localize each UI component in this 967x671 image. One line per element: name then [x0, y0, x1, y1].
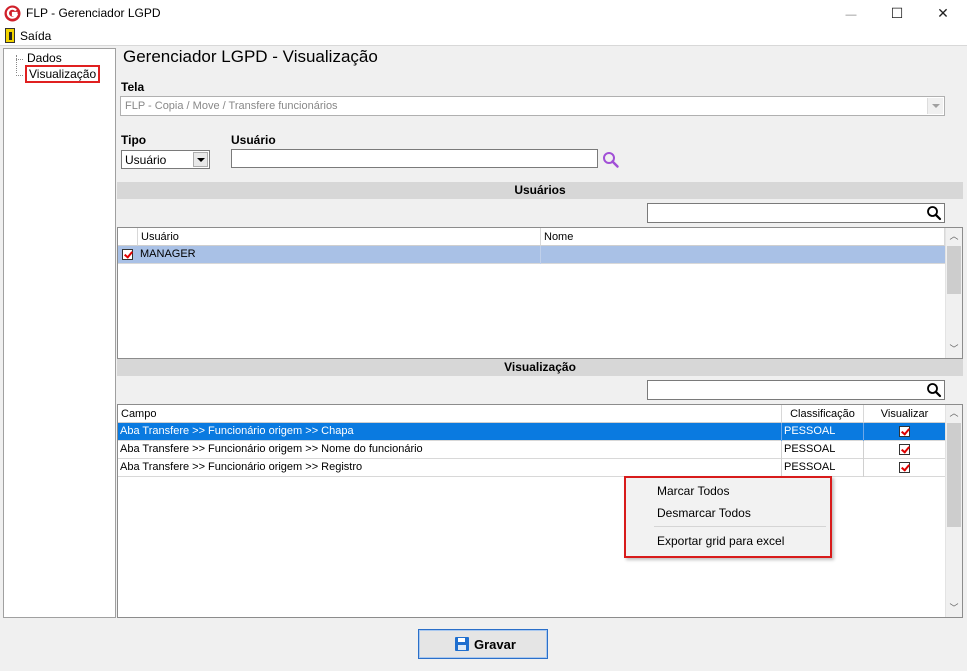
tree-item-dados[interactable]: Dados: [25, 51, 64, 65]
visualizar-cell[interactable]: [864, 459, 946, 477]
maximize-icon: ☐: [890, 5, 904, 21]
navigation-tree: Dados Visualização: [3, 48, 116, 618]
checkbox-icon[interactable]: [899, 426, 910, 437]
column-header-campo[interactable]: Campo: [118, 405, 782, 423]
main-window: Dados Visualização Gerenciador LGPD - Vi…: [0, 45, 967, 671]
floppy-disk-icon: [455, 637, 469, 651]
tipo-label: Tipo: [121, 133, 147, 147]
usuario-label: Usuário: [231, 133, 276, 147]
checkbox-icon[interactable]: [899, 444, 910, 455]
save-button[interactable]: Gravar: [418, 629, 548, 659]
tela-label: Tela: [121, 80, 145, 94]
usuarios-filter-input[interactable]: [647, 203, 945, 223]
chevron-down-icon: [927, 98, 943, 114]
campo-cell: Aba Transfere >> Funcionário origem >> R…: [118, 459, 782, 477]
column-header-visualizar[interactable]: Visualizar: [864, 405, 946, 423]
page-title: Gerenciador LGPD - Visualização: [123, 47, 378, 66]
minimize-icon: —: [845, 9, 857, 21]
campo-cell: Aba Transfere >> Funcionário origem >> C…: [118, 423, 782, 441]
menu-item-exportar-excel[interactable]: Exportar grid para excel: [657, 534, 784, 548]
maximize-button[interactable]: ☐: [874, 0, 920, 27]
visualizacao-scrollbar[interactable]: ︿ ﹀: [945, 405, 962, 617]
scroll-down-icon[interactable]: ﹀: [946, 600, 962, 617]
magnifier-icon[interactable]: [926, 205, 942, 221]
checkbox-icon[interactable]: [899, 462, 910, 473]
visualizacao-section-header: Visualização: [117, 359, 963, 376]
usuario-cell: MANAGER: [138, 246, 541, 264]
usuarios-scrollbar[interactable]: ︿ ﹀: [945, 228, 962, 358]
menu-item-desmarcar-todos[interactable]: Desmarcar Todos: [657, 506, 751, 520]
menu-item-marcar-todos[interactable]: Marcar Todos: [657, 484, 729, 498]
grid-header-checkbox-column: [118, 228, 138, 246]
tela-combobox: FLP - Copia / Move / Transfere funcionár…: [120, 96, 945, 116]
checkbox-icon[interactable]: [122, 249, 133, 260]
close-button[interactable]: ✕: [920, 0, 966, 27]
tree-line: [16, 75, 23, 76]
row-checkbox-cell[interactable]: [118, 246, 138, 264]
scroll-down-icon[interactable]: ﹀: [946, 341, 962, 358]
usuarios-grid: Usuário Nome MANAGER ︿ ﹀: [117, 227, 963, 359]
scroll-up-icon[interactable]: ︿: [946, 405, 962, 422]
table-row[interactable]: Aba Transfere >> Funcionário origem >> R…: [118, 459, 946, 477]
classificacao-cell: PESSOAL: [782, 423, 864, 441]
title-bar: FLP - Gerenciador LGPD — ☐ ✕: [0, 0, 967, 27]
save-button-label: Gravar: [474, 637, 516, 652]
tree-line: [16, 59, 23, 60]
column-header-usuario[interactable]: Usuário: [138, 228, 541, 246]
scrollbar-thumb[interactable]: [947, 246, 961, 294]
scrollbar-thumb[interactable]: [947, 423, 961, 527]
table-row[interactable]: Aba Transfere >> Funcionário origem >> C…: [118, 423, 946, 441]
usuario-input[interactable]: [231, 149, 598, 168]
window-title: FLP - Gerenciador LGPD: [26, 6, 161, 20]
nome-cell: [541, 246, 946, 264]
search-icon[interactable]: [601, 150, 621, 170]
menu-bar: Saída: [0, 27, 967, 45]
visualizar-cell[interactable]: [864, 441, 946, 459]
column-header-nome[interactable]: Nome: [541, 228, 945, 246]
tipo-value: Usuário: [125, 153, 167, 167]
menu-separator: [654, 526, 826, 527]
tree-item-visualizacao[interactable]: Visualização: [25, 65, 101, 83]
exit-menu-label: Saída: [20, 29, 52, 43]
column-header-classificacao[interactable]: Classificação: [782, 405, 864, 423]
visualizacao-grid: Campo Classificação Visualizar Aba Trans…: [117, 404, 963, 618]
classificacao-cell: PESSOAL: [782, 441, 864, 459]
table-row[interactable]: Aba Transfere >> Funcionário origem >> N…: [118, 441, 946, 459]
tipo-select[interactable]: Usuário: [121, 150, 210, 169]
tela-value: FLP - Copia / Move / Transfere funcionár…: [125, 100, 338, 112]
minimize-button[interactable]: —: [828, 0, 874, 27]
visualizacao-filter-input[interactable]: [647, 380, 945, 400]
visualizar-cell[interactable]: [864, 423, 946, 441]
campo-cell: Aba Transfere >> Funcionário origem >> N…: [118, 441, 782, 459]
scroll-up-icon[interactable]: ︿: [946, 228, 962, 245]
context-menu: Marcar Todos Desmarcar Todos Exportar gr…: [624, 476, 832, 558]
table-row[interactable]: MANAGER: [118, 246, 946, 264]
exit-door-icon: [5, 28, 15, 43]
chevron-down-icon[interactable]: [193, 152, 208, 167]
classificacao-cell: PESSOAL: [782, 459, 864, 477]
app-logo-icon: [4, 5, 21, 22]
close-icon: ✕: [937, 5, 949, 21]
tree-line: [16, 55, 17, 73]
exit-menu-item[interactable]: Saída: [0, 27, 52, 45]
usuarios-section-header: Usuários: [117, 182, 963, 199]
magnifier-icon[interactable]: [926, 382, 942, 398]
